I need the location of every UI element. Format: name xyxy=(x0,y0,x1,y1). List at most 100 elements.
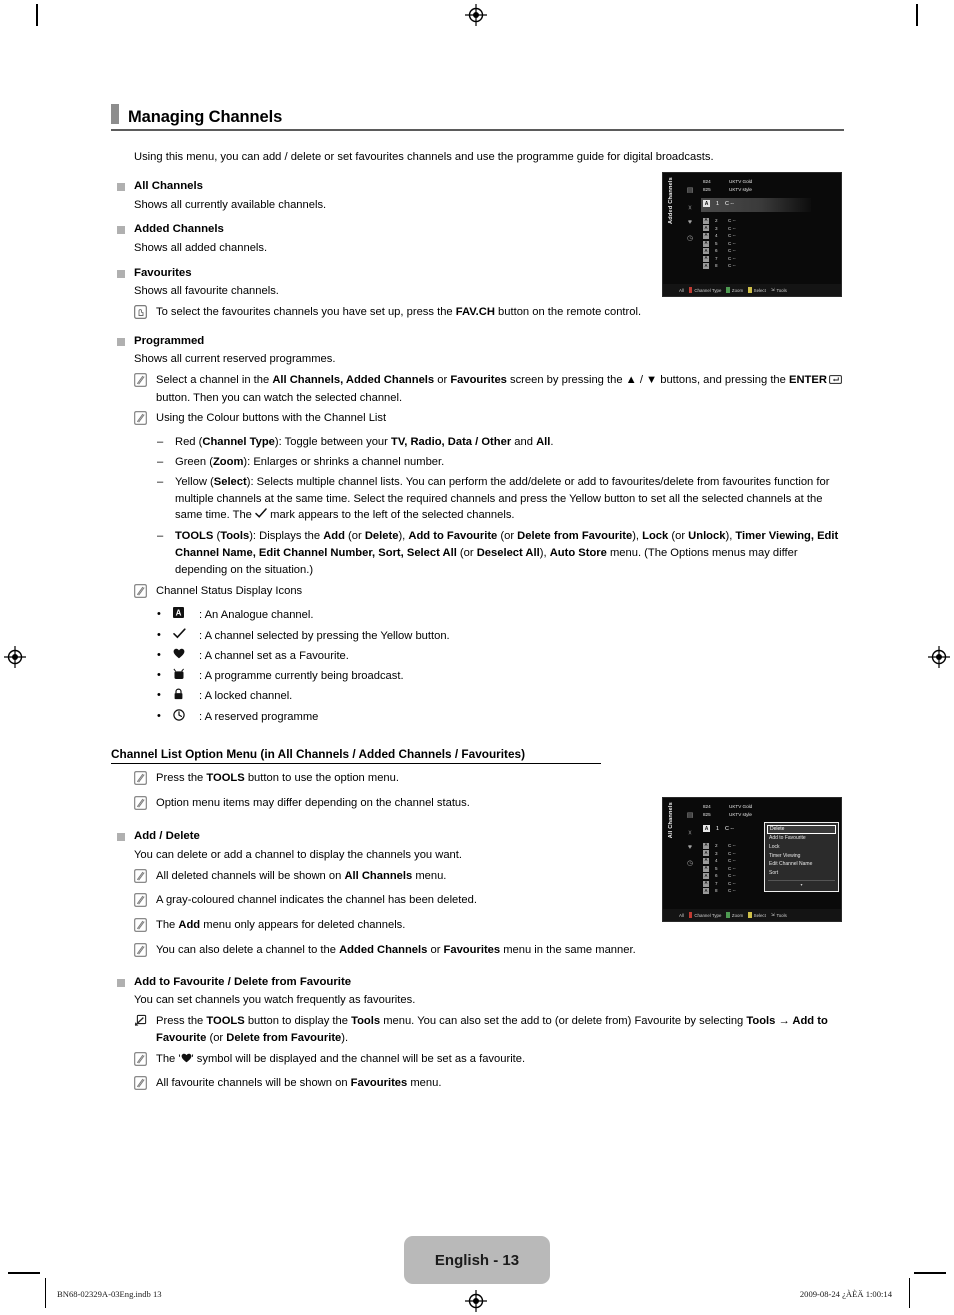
analogue-a-icon: A xyxy=(703,849,709,857)
note-pencil-icon xyxy=(134,918,149,938)
footer-filename: BN68-02329A-03Eng.indb 13 xyxy=(57,1289,162,1299)
dot-marker: • xyxy=(157,628,161,641)
tv-footer-zoom[interactable]: Zoom xyxy=(726,287,743,293)
tv-channel-row[interactable]: A6C -- xyxy=(703,247,736,255)
tv-footer-channel-type[interactable]: Channel Type xyxy=(688,912,721,918)
tv-top-rows: 824 UKTV Gold 825 UKTV style xyxy=(703,178,752,194)
note-pencil-icon xyxy=(134,411,149,431)
tv-channel-row[interactable]: A2C -- xyxy=(703,842,736,850)
tv-footer-channel-type[interactable]: Channel Type xyxy=(688,287,721,293)
tv-channel-row[interactable]: 825 UKTV style xyxy=(703,811,752,819)
note-pencil-icon xyxy=(134,583,149,604)
tv-menu-item-lock[interactable]: Lock xyxy=(765,843,838,852)
tv-channel-row[interactable]: A7C -- xyxy=(703,880,736,888)
crop-mark-bottom-left xyxy=(8,1272,40,1274)
tv-menu-item-add-to-favourite[interactable]: Add to Favourite xyxy=(765,834,838,843)
analogue-a-icon: A xyxy=(703,865,709,872)
square-bullet-icon xyxy=(117,183,125,192)
tv-channel-row[interactable]: A4C -- xyxy=(703,857,736,865)
no-signal-icon: ☓ xyxy=(688,204,692,212)
dot-marker: • xyxy=(157,689,161,702)
analogue-a-icon: A xyxy=(703,200,710,207)
tv-channel-row[interactable]: A7C -- xyxy=(703,255,736,263)
clock-icon: ◷ xyxy=(686,859,694,867)
page-title: Managing Channels xyxy=(111,104,844,131)
tv-channel-row[interactable]: A2C -- xyxy=(703,217,736,225)
add-favourite-note-all: All favourite channels will be shown on … xyxy=(134,1075,844,1096)
section-add-favourite: Add to Favourite / Delete from Favourite xyxy=(117,975,844,990)
tv-channel-list: A2C -- A3C -- A4C -- A5C -- A6C -- A7C -… xyxy=(703,842,736,895)
clock-icon: ◷ xyxy=(686,234,694,242)
dash-marker: – xyxy=(157,455,164,468)
programmed-note-select-channel: Select a channel in the All Channels, Ad… xyxy=(134,372,844,407)
tv-menu-item-delete[interactable]: Delete xyxy=(767,825,836,835)
tv-channel-row[interactable]: A5C -- xyxy=(703,240,736,248)
favourites-note: To select the favourites channels you ha… xyxy=(134,304,844,325)
tv-channel-row[interactable]: A8C -- xyxy=(703,887,736,895)
tv-channel-row[interactable]: 825 UKTV style xyxy=(703,186,752,194)
tv-footer-zoom[interactable]: Zoom xyxy=(726,912,743,918)
status-item-locked: • : A locked channel. xyxy=(157,688,293,703)
tools-icon: ⇲ xyxy=(770,912,775,917)
dash-marker: – xyxy=(157,475,164,488)
intro-paragraph: Using this menu, you can add / delete or… xyxy=(134,151,714,163)
tv-footer-all[interactable]: All xyxy=(679,913,684,918)
section-heading: Add / Delete xyxy=(134,830,200,843)
green-key-icon xyxy=(726,287,730,293)
registration-mark-right xyxy=(928,646,950,668)
heart-icon xyxy=(173,648,199,659)
tv-channel-row[interactable]: A3C -- xyxy=(703,850,736,858)
add-favourite-body: You can set channels you watch frequentl… xyxy=(134,994,416,1007)
heart-icon xyxy=(181,1052,192,1069)
tv-channel-row[interactable]: A8C -- xyxy=(703,262,736,270)
tv-selected-row[interactable]: A 1 C -- xyxy=(703,825,734,832)
checkmark-icon xyxy=(255,508,267,525)
note-pencil-icon xyxy=(134,868,149,889)
tv-footer-tools[interactable]: ⇲ Tools xyxy=(771,912,787,918)
dot-marker: • xyxy=(157,608,161,621)
section-heading: All Channels xyxy=(134,180,203,193)
tv-tools-menu: Delete Add to Favourite Lock Timer Viewi… xyxy=(764,822,839,892)
checkmark-icon xyxy=(173,627,199,639)
tv-channel-row[interactable]: A5C -- xyxy=(703,865,736,873)
analogue-a-icon: A xyxy=(703,872,709,880)
tv-channel-row[interactable]: A6C -- xyxy=(703,872,736,880)
note-pencil-icon xyxy=(134,770,149,791)
dash-red-channel-type: – Red (Channel Type): Toggle between you… xyxy=(157,434,844,451)
tv-selected-row[interactable]: A 1 C -- xyxy=(703,200,734,207)
chevron-down-icon[interactable]: ▾ xyxy=(768,879,835,887)
tv-menu-item-timer-viewing[interactable]: Timer Viewing xyxy=(765,852,838,861)
tv-channel-row[interactable]: A3C -- xyxy=(703,225,736,233)
programmed-note-text: Select a channel in the All Channels, Ad… xyxy=(156,372,844,407)
crop-mark-top-left xyxy=(36,4,38,26)
tv-sidebar-label: All Channels xyxy=(667,802,674,839)
tv-footer-tools[interactable]: ⇲ Tools xyxy=(771,287,787,293)
analogue-a-icon: A xyxy=(703,255,709,262)
tv-footer-select[interactable]: Select xyxy=(748,287,766,293)
tv-menu-item-sort[interactable]: Sort xyxy=(765,869,838,878)
heart-icon: ♥ xyxy=(687,219,693,226)
tv-footer-select[interactable]: Select xyxy=(748,912,766,918)
favourites-note-text: To select the favourites channels you ha… xyxy=(156,305,642,318)
analogue-a-icon: A xyxy=(703,217,709,224)
note-pencil-icon xyxy=(134,943,149,963)
add-delete-note-4: You can also delete a channel to the Add… xyxy=(134,942,844,963)
yellow-key-icon xyxy=(748,912,752,918)
analogue-a-icon: A xyxy=(703,857,709,864)
dash-yellow-select: – Yellow (Select): Selects multiple chan… xyxy=(157,474,844,525)
tv-channel-row[interactable]: 824 UKTV Gold xyxy=(703,803,752,811)
red-key-icon xyxy=(688,287,693,293)
tv-screenshot-added-channels: Added Channels ▤ ☓ ♥ ◷ 824 UKTV Gold 825 U… xyxy=(662,172,842,297)
tv-broadcast-icon xyxy=(173,668,199,680)
tv-channel-row[interactable]: A4C -- xyxy=(703,232,736,240)
tv-footer-bar: All Channel Type Zoom Select ⇲ Tools xyxy=(663,284,841,296)
note-pencil-icon xyxy=(134,372,149,393)
add-favourite-note-heart: The ' ' symbol will be displayed and the … xyxy=(134,1051,844,1072)
note-pencil-icon xyxy=(134,1051,149,1072)
tv-menu-item-edit-channel-name[interactable]: Edit Channel Name xyxy=(765,860,838,869)
dash-green-zoom: – Green (Zoom): Enlarges or shrinks a ch… xyxy=(157,454,844,471)
tv-channel-row[interactable]: 824 UKTV Gold xyxy=(703,178,752,186)
tv-footer-all[interactable]: All xyxy=(679,288,684,293)
status-item-favourite: • : A channel set as a Favourite. xyxy=(157,648,349,662)
analogue-a-icon: A xyxy=(173,607,199,619)
